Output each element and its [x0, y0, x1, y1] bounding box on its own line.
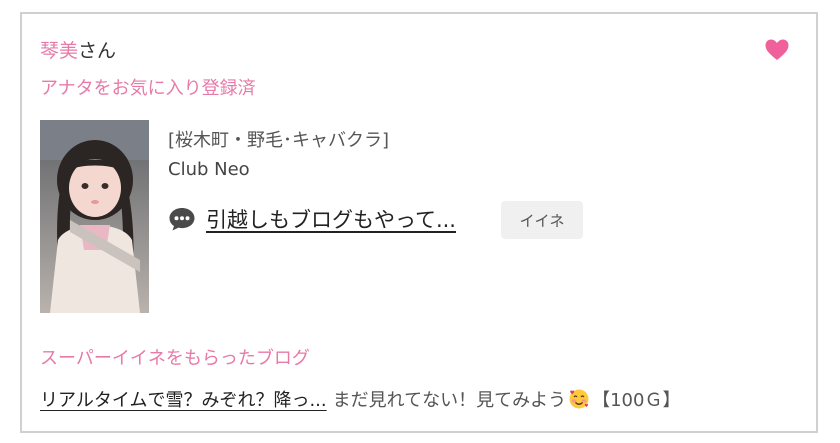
super-iine-section-title: スーパーイイネをもらったブログ: [40, 348, 310, 369]
girl-name[interactable]: 琴美: [40, 40, 78, 62]
super-iine-points: 【100Ｇ】: [592, 390, 681, 411]
favorite-card: 琴美さん アナタをお気に入り登録済 [桜木町・野毛･キャバクラ] Club Ne…: [20, 12, 818, 433]
favorite-status-text: アナタをお気に入り登録済: [40, 78, 256, 99]
girl-name-line: 琴美さん: [40, 36, 116, 63]
latest-blog-link[interactable]: 引越しもブログもやって...: [206, 204, 456, 234]
super-iine-blog-link[interactable]: リアルタイムで雪？みぞれ？降っ...: [40, 386, 327, 412]
club-name[interactable]: Club Neo: [168, 159, 250, 180]
heart-icon[interactable]: [764, 38, 790, 62]
super-iine-row: リアルタイムで雪？みぞれ？降っ... まだ見れてない！見てみよう 【100Ｇ】: [40, 386, 680, 412]
name-suffix: さん: [78, 40, 117, 62]
profile-photo[interactable]: [40, 120, 149, 313]
iine-button[interactable]: イイネ: [501, 201, 583, 239]
speech-bubble-icon: [169, 208, 195, 231]
super-iine-comment: まだ見れてない！見てみよう: [332, 390, 567, 411]
latest-blog-row: 引越しもブログもやって...: [168, 199, 456, 239]
area-category: [桜木町・野毛･キャバクラ]: [168, 130, 390, 151]
smiling-face-with-hearts-icon: [569, 389, 589, 409]
